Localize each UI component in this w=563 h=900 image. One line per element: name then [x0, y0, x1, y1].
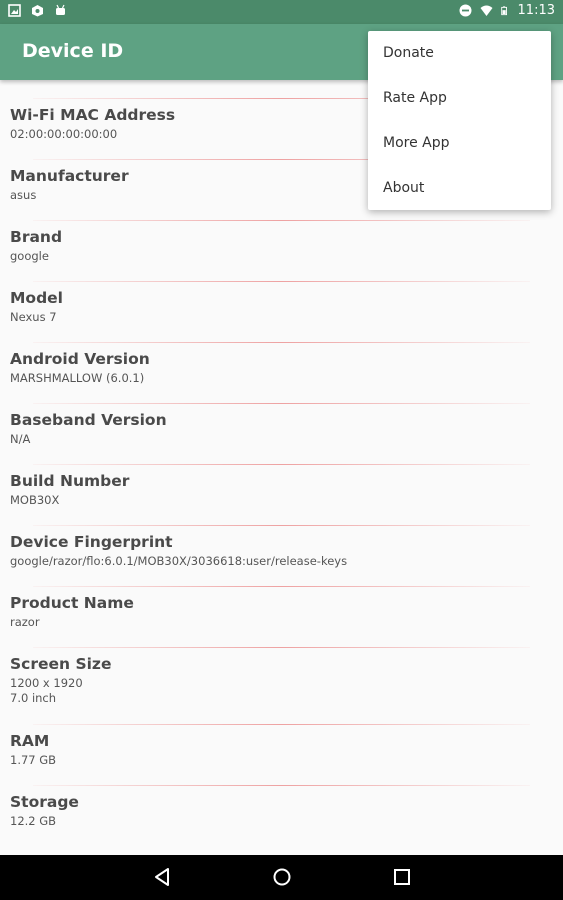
menu-item-donate[interactable]: Donate [368, 31, 551, 76]
info-value: 12.2 GB [10, 814, 57, 828]
battery-icon [500, 6, 507, 16]
info-row-build-number: Build Number MOB30X [0, 465, 563, 525]
app-notification-icon [32, 5, 43, 17]
info-row-brand: Brand google [0, 221, 563, 281]
do-not-disturb-icon [459, 4, 472, 17]
android-notification-icon [56, 4, 65, 15]
info-label: Storage [10, 793, 79, 811]
overflow-menu: Donate Rate App More App About [368, 31, 551, 210]
info-row-storage: Storage 12.2 GB [0, 786, 563, 846]
info-label: Screen Size [10, 655, 112, 673]
info-value: 1200 x 1920 7.0 inch [10, 676, 83, 705]
info-label: Android Version [10, 350, 150, 368]
info-value: 1.77 GB [10, 753, 57, 767]
info-label: Brand [10, 228, 63, 246]
menu-item-more-app[interactable]: More App [368, 121, 551, 166]
home-icon[interactable] [272, 867, 292, 887]
info-value: Nexus 7 [10, 310, 57, 324]
info-value: MARSHMALLOW (6.0.1) [10, 371, 145, 385]
status-bar: 11:13 [0, 0, 563, 24]
info-label: Device Fingerprint [10, 533, 173, 551]
recent-apps-icon[interactable] [392, 867, 412, 887]
back-icon[interactable] [152, 867, 172, 887]
menu-item-rate-app[interactable]: Rate App [368, 76, 551, 121]
info-value: MOB30X [10, 493, 60, 507]
info-label: Build Number [10, 472, 130, 490]
info-row-ram: RAM 1.77 GB [0, 725, 563, 785]
info-value: google/razor/flo:6.0.1/MOB30X/3036618:us… [10, 554, 348, 568]
info-label: RAM [10, 732, 50, 750]
app-title: Device ID [22, 40, 124, 62]
image-notification-icon [8, 4, 21, 17]
info-label: Baseband Version [10, 411, 167, 429]
info-value: razor [10, 615, 40, 629]
info-row-baseband-version: Baseband Version N/A [0, 404, 563, 464]
wifi-icon [480, 5, 493, 16]
info-label: Model [10, 289, 63, 307]
info-value: N/A [10, 432, 31, 446]
status-time: 11:13 [517, 3, 555, 18]
navigation-bar [0, 855, 563, 900]
info-label: Product Name [10, 594, 134, 612]
menu-item-about[interactable]: About [368, 166, 551, 211]
info-value: google [10, 249, 49, 263]
info-row-product-name: Product Name razor [0, 587, 563, 647]
info-row-device-fingerprint: Device Fingerprint google/razor/flo:6.0.… [0, 526, 563, 586]
info-row-screen-size: Screen Size 1200 x 1920 7.0 inch [0, 648, 563, 724]
info-row-model: Model Nexus 7 [0, 282, 563, 342]
info-row-android-version: Android Version MARSHMALLOW (6.0.1) [0, 343, 563, 403]
